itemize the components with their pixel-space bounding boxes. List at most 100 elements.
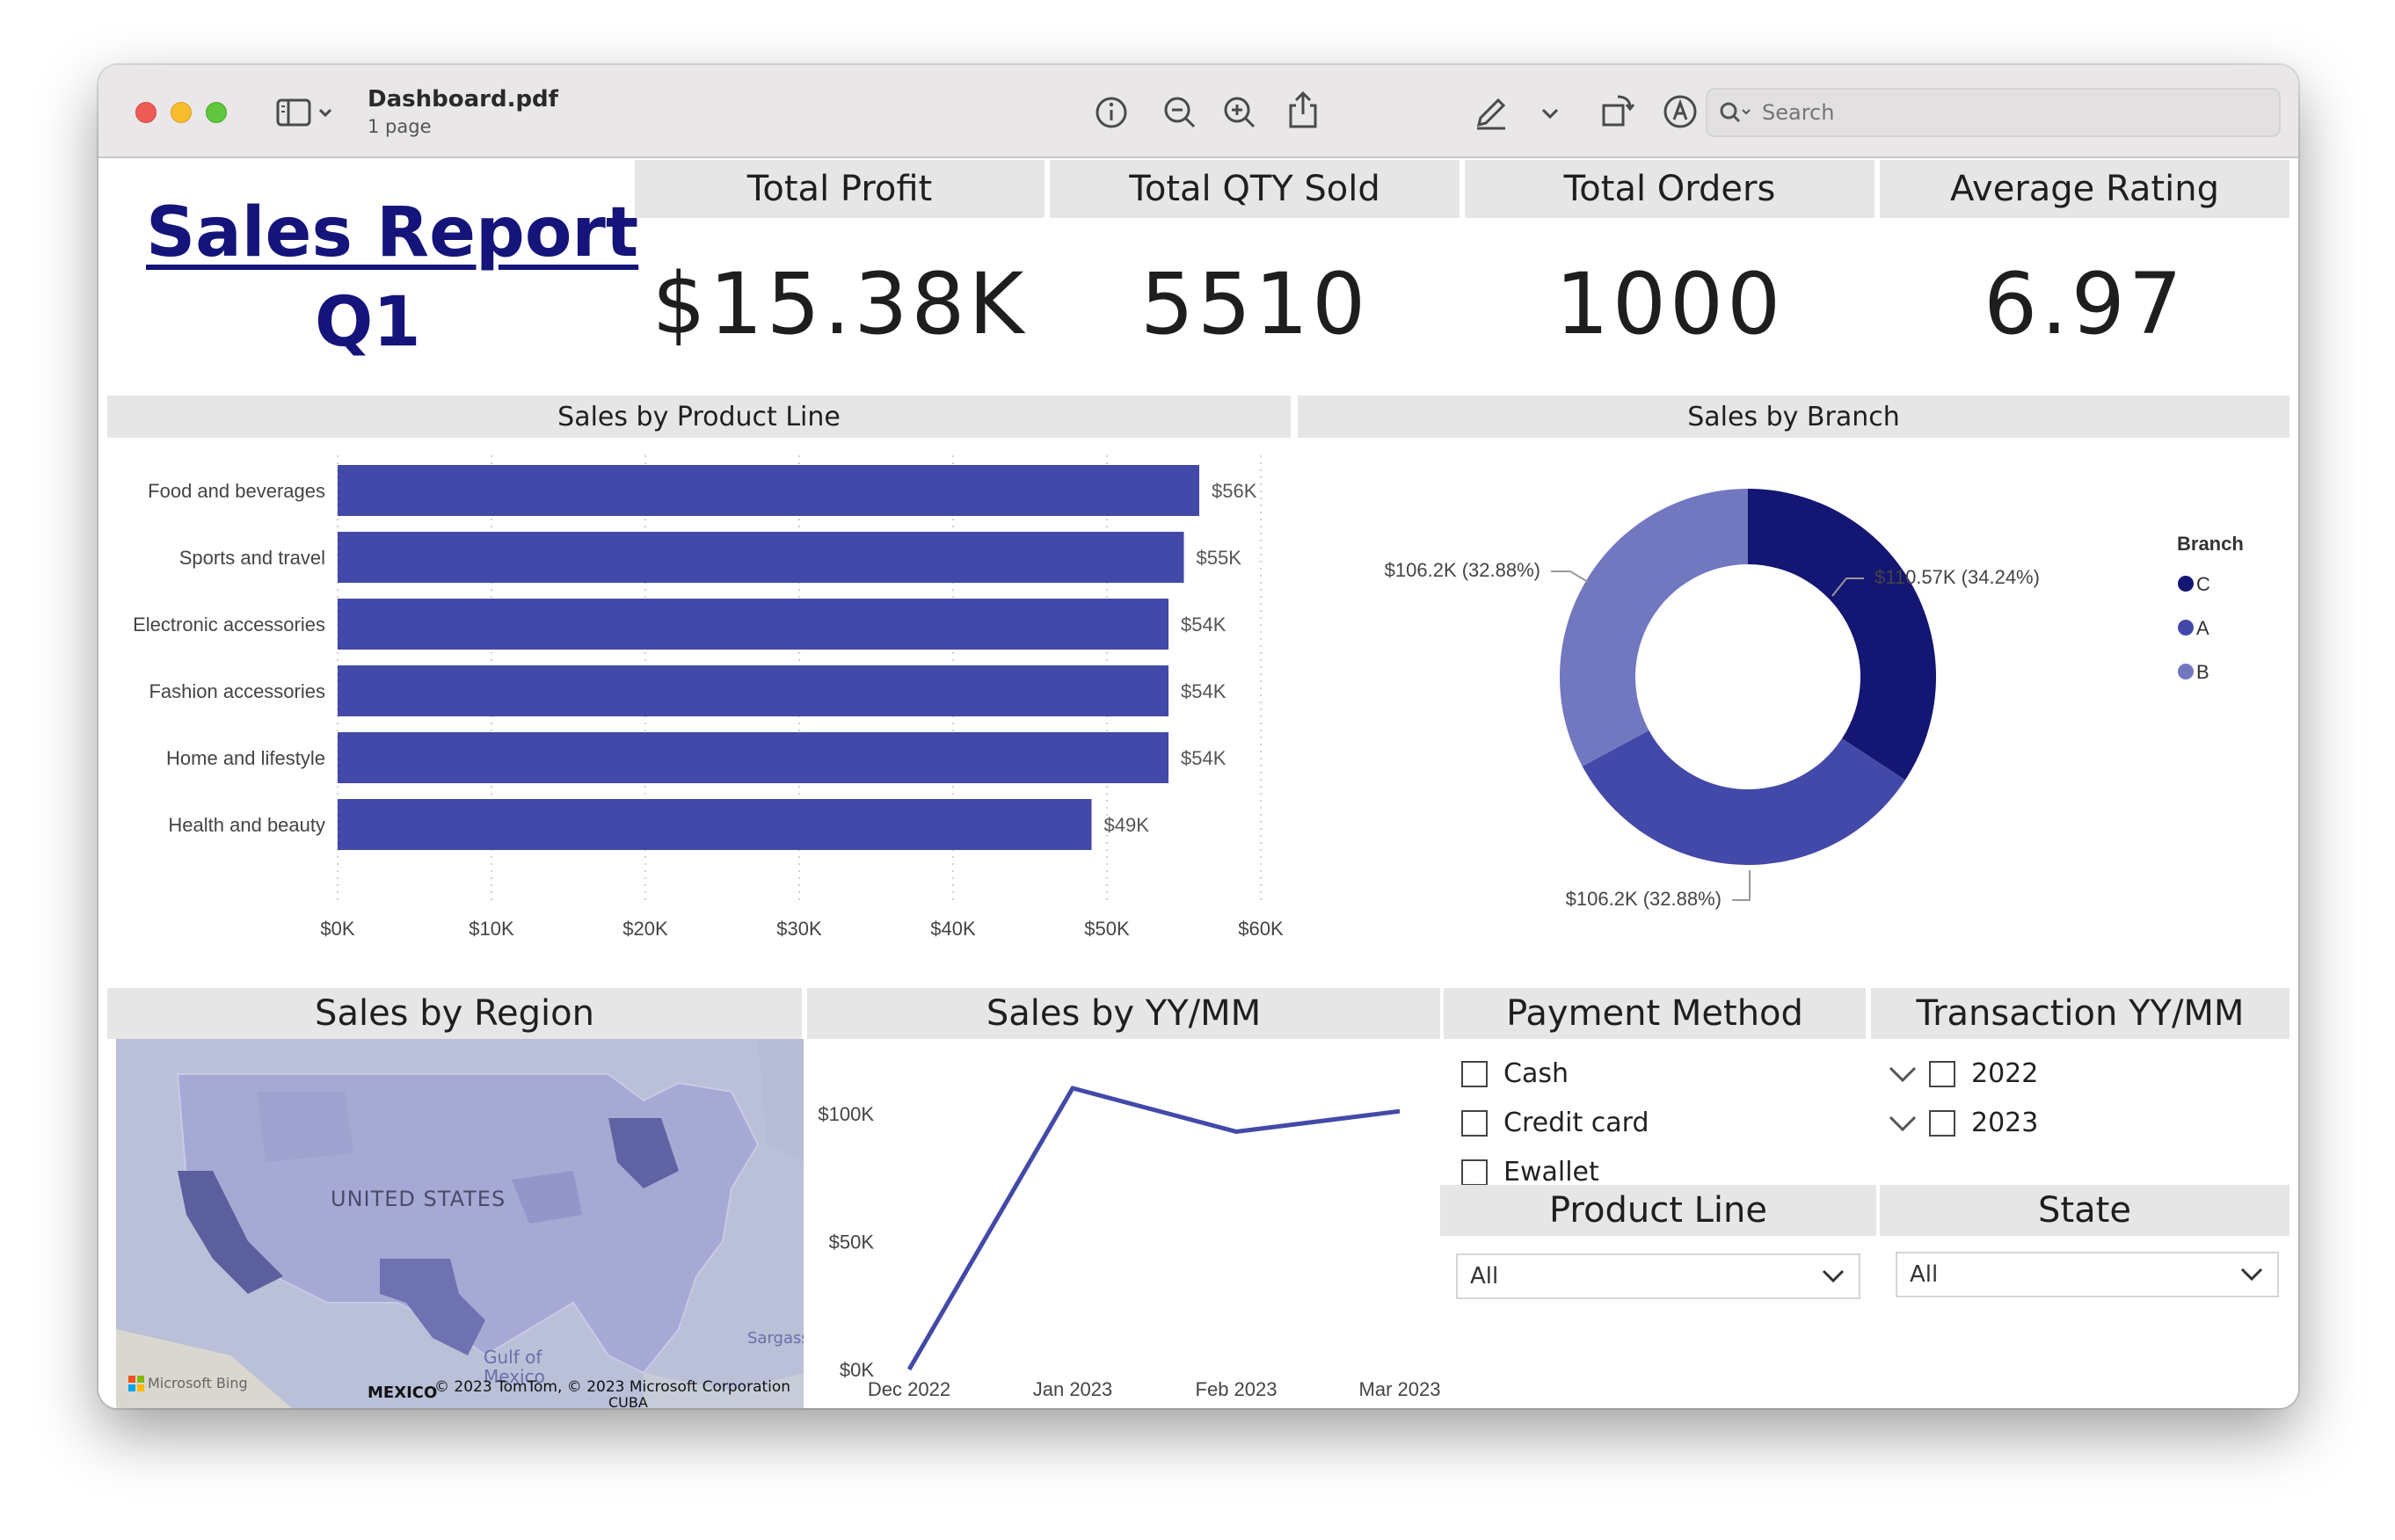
expand-chevron-icon[interactable] xyxy=(1887,1110,1918,1137)
bar[interactable] xyxy=(338,799,1092,850)
bar[interactable] xyxy=(338,665,1168,716)
annotate-button[interactable] xyxy=(1662,93,1699,130)
transaction-year-label: 2023 xyxy=(1971,1108,2039,1138)
product-line-dropdown-value: All xyxy=(1470,1263,1499,1289)
payment-option-label: Cash xyxy=(1503,1058,1569,1089)
pdf-viewer-window: Dashboard.pdf 1 page Search Sales Report… xyxy=(98,65,2298,1408)
bar-data-label: $54K xyxy=(1181,614,1227,636)
chevron-down-icon xyxy=(1541,108,1559,120)
kpi-value-average-rating: 6.97 xyxy=(1984,255,2186,353)
zoom-in-button[interactable] xyxy=(1222,95,1257,130)
share-button[interactable] xyxy=(1285,90,1321,130)
series-line[interactable] xyxy=(906,1086,1401,1371)
bar[interactable] xyxy=(338,599,1168,650)
kpi-value-total-profit: $15.38K xyxy=(652,255,1028,353)
info-icon xyxy=(1096,97,1127,128)
map-label-gulf: Gulf of xyxy=(484,1347,542,1368)
legend-swatch xyxy=(2178,664,2194,679)
bar-data-label: $55K xyxy=(1197,547,1242,569)
info-button[interactable] xyxy=(1094,95,1129,130)
checkbox[interactable] xyxy=(1461,1060,1488,1087)
legend-swatch xyxy=(2178,576,2194,592)
zoom-window-button[interactable] xyxy=(206,102,227,123)
payment-option[interactable]: Credit card xyxy=(1461,1108,1649,1138)
donut-chart-branch: $110.57K (34.24%) $106.2K (32.88%) $106.2K… xyxy=(1385,489,2244,910)
x-tick-label: Jan 2023 xyxy=(1033,1378,1113,1400)
bar-data-label: $54K xyxy=(1181,747,1227,769)
x-tick-label: $40K xyxy=(930,918,976,940)
pen-icon xyxy=(1476,98,1506,130)
markup-button[interactable] xyxy=(1472,91,1511,130)
x-tick-label: Dec 2022 xyxy=(868,1378,950,1400)
payment-option[interactable]: Ewallet xyxy=(1461,1157,1599,1188)
bar[interactable] xyxy=(338,465,1199,516)
transaction-year-option[interactable]: 2022 xyxy=(1887,1058,2038,1089)
legend-swatch xyxy=(2178,620,2194,636)
x-tick-label: $50K xyxy=(1084,918,1130,940)
section-title-transaction: Transaction YY/MM xyxy=(1871,988,2289,1039)
checkbox[interactable] xyxy=(1929,1060,1955,1087)
y-tick-label: $50K xyxy=(829,1231,875,1253)
report-title: Sales Report xyxy=(146,193,639,272)
slice-leader-line xyxy=(1732,870,1751,901)
chevron-down-icon xyxy=(1822,1269,1845,1283)
sidebar-toggle-button[interactable] xyxy=(274,97,336,128)
map-label-cuba: CUBA xyxy=(608,1394,648,1408)
section-title-yymm: Sales by YY/MM xyxy=(807,988,1440,1039)
legend-label: B xyxy=(2196,661,2209,683)
checkbox[interactable] xyxy=(1461,1109,1488,1137)
x-tick-label: $0K xyxy=(320,918,354,940)
category-label: Sports and travel xyxy=(179,547,325,569)
kpi-label-average-rating: Average Rating xyxy=(1880,160,2289,218)
donut-slice[interactable] xyxy=(1748,489,1936,781)
category-label: Electronic accessories xyxy=(133,614,325,636)
markup-menu-button[interactable] xyxy=(1537,100,1563,127)
category-label: Fashion accessories xyxy=(149,680,325,702)
payment-option-label: Ewallet xyxy=(1503,1157,1599,1188)
zoom-out-button[interactable] xyxy=(1162,95,1198,130)
chevron-down-icon xyxy=(2240,1268,2263,1282)
map-brand: Microsoft Bing xyxy=(128,1375,248,1391)
search-icon xyxy=(1720,102,1751,123)
payment-option[interactable]: Cash xyxy=(1461,1058,1569,1089)
minimize-window-button[interactable] xyxy=(171,102,192,123)
kpi-value-total-qty: 5510 xyxy=(1139,255,1370,353)
donut-slice[interactable] xyxy=(1560,489,1748,766)
section-title-product-line: Sales by Product Line xyxy=(107,396,1291,438)
transaction-year-label: 2022 xyxy=(1971,1058,2039,1089)
zoom-out-icon xyxy=(1164,97,1196,128)
section-title-payment: Payment Method xyxy=(1444,988,1866,1039)
bar[interactable] xyxy=(338,732,1168,783)
donut-slice[interactable] xyxy=(1582,730,1905,865)
x-tick-label: $10K xyxy=(469,918,514,940)
legend-label: C xyxy=(2196,573,2210,595)
rotate-button[interactable] xyxy=(1598,91,1637,130)
y-tick-label: $100K xyxy=(818,1103,874,1125)
map-label-country: UNITED STATES xyxy=(331,1187,506,1211)
line-chart-yymm: $0K$50K$100KDec 2022 Jan 2023 Feb 2023 Mar … xyxy=(818,1086,1440,1400)
bar-data-label: $49K xyxy=(1104,814,1150,836)
section-title-branch: Sales by Branch xyxy=(1298,396,2289,438)
checkbox[interactable] xyxy=(1461,1159,1488,1186)
report-quarter: Q1 xyxy=(315,283,421,362)
search-input[interactable] xyxy=(1762,100,2254,125)
title-bar: Dashboard.pdf 1 page xyxy=(98,65,2298,158)
map-label-sargass: Sargass xyxy=(747,1329,804,1348)
x-tick-label: $30K xyxy=(776,918,822,940)
region-map[interactable]: UNITED STATES Gulf of Mexico MEXICO CUBA… xyxy=(116,1039,804,1408)
checkbox[interactable] xyxy=(1929,1109,1955,1137)
document-title: Dashboard.pdf xyxy=(368,86,558,113)
sidebar-icon xyxy=(276,98,332,127)
state-dropdown[interactable]: All xyxy=(1896,1252,2279,1297)
search-box[interactable] xyxy=(1706,88,2281,137)
expand-chevron-icon[interactable] xyxy=(1887,1061,1918,1087)
kpi-label-total-qty: Total QTY Sold xyxy=(1050,160,1460,218)
slice-data-label: $110.57K (34.24%) xyxy=(1875,566,2040,588)
bar[interactable] xyxy=(338,532,1184,583)
bar-data-label: $56K xyxy=(1212,480,1257,502)
legend-label: A xyxy=(2196,617,2209,639)
close-window-button[interactable] xyxy=(135,102,157,123)
transaction-year-option[interactable]: 2023 xyxy=(1887,1108,2038,1138)
product-line-dropdown[interactable]: All xyxy=(1456,1253,1860,1299)
payment-option-label: Credit card xyxy=(1503,1108,1649,1138)
